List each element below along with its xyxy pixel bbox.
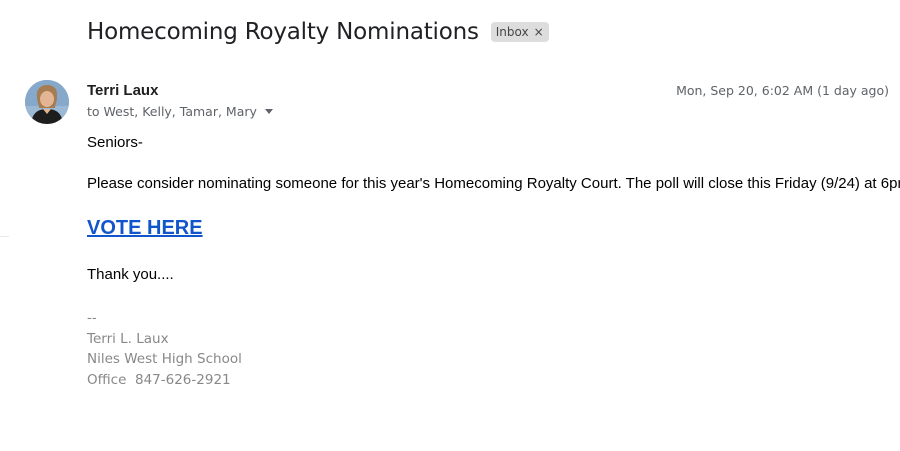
signature-separator: --: [87, 310, 97, 326]
sender-avatar[interactable]: [25, 80, 69, 124]
inbox-label-chip[interactable]: Inbox ×: [490, 22, 549, 42]
sender-name[interactable]: Terri Laux: [87, 82, 158, 99]
email-closing: Thank you....: [87, 266, 174, 283]
chevron-down-icon[interactable]: [264, 109, 273, 114]
recipients-list: to West, Kelly, Tamar, Mary: [87, 104, 257, 119]
avatar-image: [25, 80, 69, 124]
email-date: Mon, Sep 20, 6:02 AM (1 day ago): [676, 83, 889, 98]
recipients-row: to West, Kelly, Tamar, Mary: [87, 104, 273, 119]
divider: [0, 236, 9, 237]
email-subject: Homecoming Royalty Nominations: [87, 19, 479, 45]
signature-school: Niles West High School: [87, 351, 242, 367]
email-message: Please consider nominating someone for t…: [87, 175, 900, 192]
label-text: Inbox: [495, 25, 529, 39]
close-icon[interactable]: ×: [534, 25, 544, 39]
signature-name: Terri L. Laux: [87, 330, 169, 347]
vote-here-link[interactable]: VOTE HERE: [87, 217, 203, 240]
email-greeting: Seniors-: [87, 134, 143, 151]
subject-row: Homecoming Royalty Nominations Inbox ×: [87, 19, 549, 45]
signature-office: Office 847-626-2921: [87, 371, 231, 388]
email-signature: -- Terri L. Laux Niles West High School …: [87, 308, 242, 390]
